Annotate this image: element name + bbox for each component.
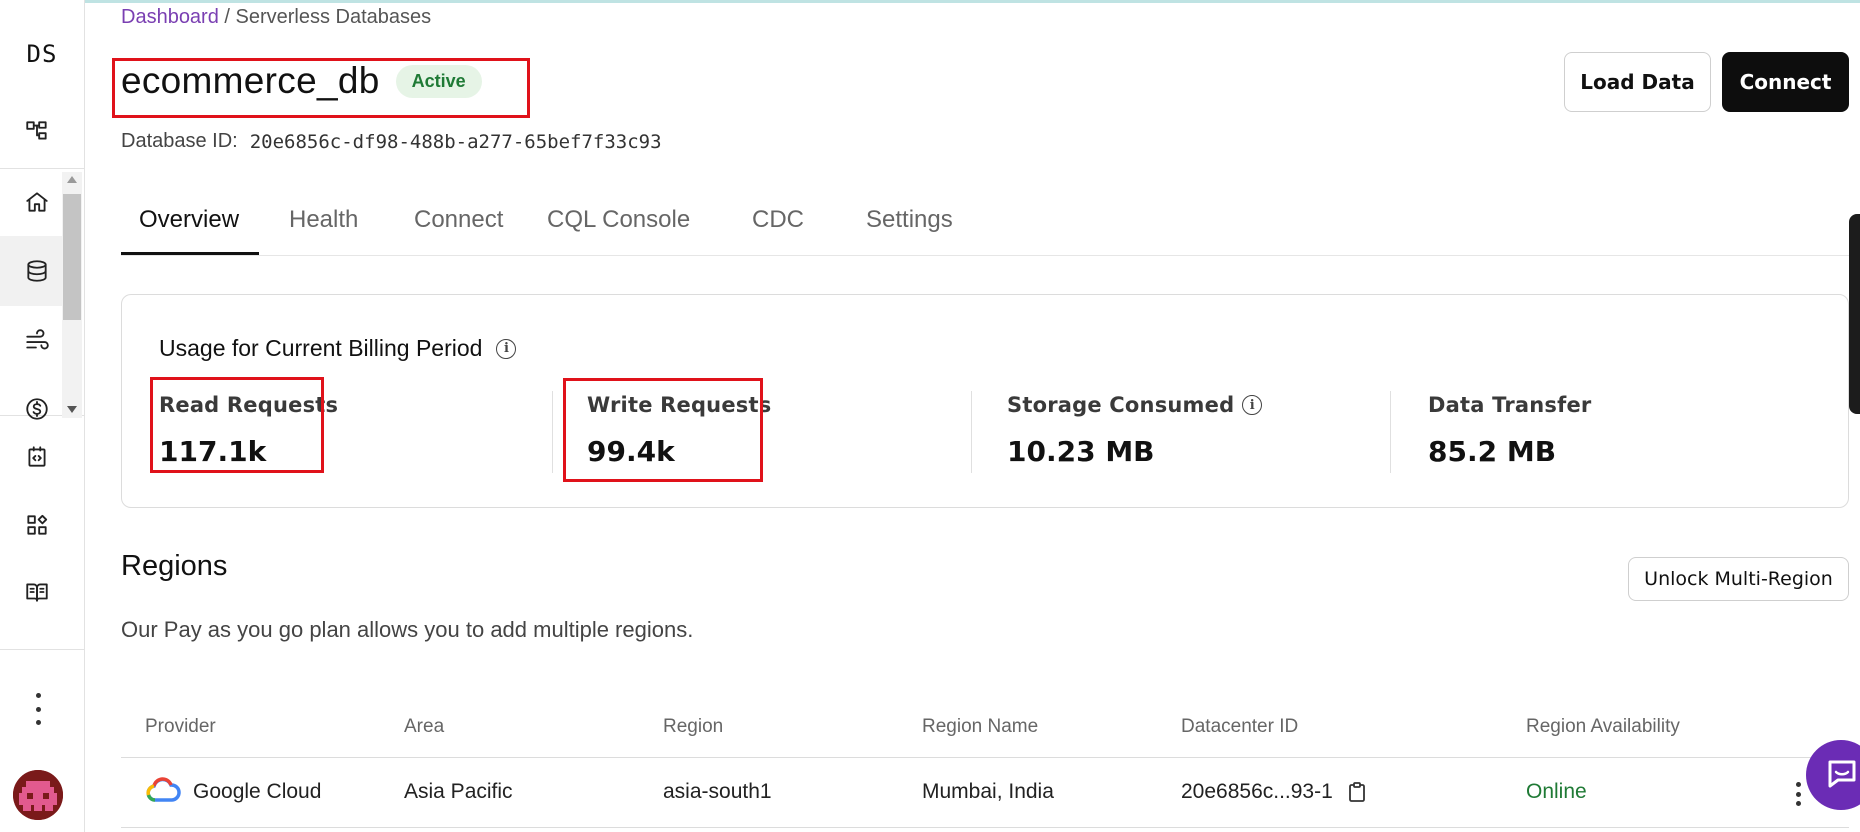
copy-icon[interactable]	[1347, 781, 1367, 803]
google-cloud-icon	[146, 777, 181, 802]
info-icon[interactable]: i	[1242, 395, 1263, 415]
database-icon[interactable]	[20, 254, 54, 288]
streaming-icon[interactable]	[20, 324, 54, 358]
usage-card: Usage for Current Billing Period i Read …	[121, 294, 1849, 508]
cell-region-name: Mumbai, India	[922, 780, 1054, 803]
connect-button[interactable]: Connect	[1722, 52, 1849, 112]
database-id-label: Database ID:	[121, 130, 238, 152]
column-header-area: Area	[404, 716, 445, 737]
tab-overview[interactable]: Overview	[121, 200, 259, 255]
cell-datacenter-id: 20e6856c...93-1	[1181, 780, 1367, 804]
breadcrumb-current: Serverless Databases	[235, 6, 432, 28]
integrations-icon[interactable]	[20, 508, 54, 542]
usage-title-text: Usage for Current Billing Period	[159, 335, 483, 361]
highlight-box-title	[112, 58, 530, 118]
tab-settings[interactable]: Settings	[866, 200, 953, 255]
load-data-button[interactable]: Load Data	[1564, 52, 1711, 112]
sidebar: DS	[0, 0, 85, 832]
scroll-up-arrow-icon[interactable]	[67, 176, 77, 183]
stat-divider	[1390, 391, 1391, 473]
regions-table: Provider Area Region Region Name Datacen…	[121, 706, 1849, 828]
datacenter-id-value: 20e6856c...93-1	[1181, 780, 1333, 803]
top-accent-line	[0, 0, 1860, 3]
stat-label-text: Storage Consumed	[1007, 393, 1235, 417]
breadcrumb: Dashboard / Serverless Databases	[121, 6, 431, 29]
column-header-region: Region	[663, 716, 724, 737]
cell-provider: Google Cloud	[145, 777, 322, 804]
docs-icon[interactable]	[20, 575, 54, 609]
database-id-value: 20e6856c-df98-488b-a277-65bef7f33c93	[249, 130, 662, 153]
regions-description: Our Pay as you go plan allows you to add…	[121, 617, 694, 642]
more-options-icon[interactable]	[28, 693, 48, 725]
stat-data-transfer: Data Transfer 85.2 MB	[1428, 393, 1591, 468]
cell-region: asia-south1	[663, 780, 772, 803]
row-actions-icon[interactable]	[1794, 782, 1802, 806]
sidebar-divider	[0, 649, 85, 650]
breadcrumb-dashboard-link[interactable]: Dashboard	[121, 6, 219, 28]
stat-label: Data Transfer	[1428, 393, 1592, 417]
tab-connect[interactable]: Connect	[414, 200, 503, 255]
table-header-row: Provider Area Region Region Name Datacen…	[121, 706, 1849, 758]
hierarchy-icon[interactable]	[20, 114, 54, 148]
provider-name: Google Cloud	[193, 780, 322, 803]
sidebar-scrollbar-thumb[interactable]	[63, 194, 81, 320]
column-header-region-name: Region Name	[922, 716, 1039, 737]
usage-title: Usage for Current Billing Period i	[159, 335, 517, 362]
column-header-region-availability: Region Availability	[1526, 716, 1680, 737]
stat-value: 85.2 MB	[1428, 435, 1557, 468]
highlight-box-read-requests	[150, 377, 324, 473]
stat-label: Storage Consumed i	[1007, 393, 1263, 417]
cell-area: Asia Pacific	[404, 780, 513, 803]
code-icon[interactable]	[20, 440, 54, 474]
billing-icon[interactable]	[20, 392, 54, 426]
breadcrumb-separator: /	[218, 6, 236, 28]
tab-health[interactable]: Health	[289, 200, 358, 255]
chat-icon	[1828, 760, 1856, 788]
stat-storage-consumed: Storage Consumed i 10.23 MB	[1007, 393, 1263, 468]
table-row: Google Cloud Asia Pacific asia-south1 Mu…	[121, 758, 1849, 828]
database-id: Database ID: 20e6856c-df98-488b-a277-65b…	[121, 130, 662, 153]
scroll-down-arrow-icon[interactable]	[67, 406, 77, 413]
tab-cql-console[interactable]: CQL Console	[547, 200, 690, 255]
column-header-provider: Provider	[145, 716, 216, 737]
stat-divider	[971, 391, 972, 473]
side-toolbar[interactable]	[1849, 214, 1860, 414]
info-icon[interactable]: i	[496, 338, 517, 359]
avatar[interactable]	[13, 770, 63, 820]
tab-cdc[interactable]: CDC	[752, 200, 804, 255]
stat-divider	[552, 391, 553, 473]
tab-bar: Overview Health Connect CQL Console CDC …	[121, 200, 1849, 256]
highlight-box-write-requests	[563, 378, 763, 482]
stat-value: 10.23 MB	[1007, 435, 1155, 468]
unlock-multi-region-button[interactable]: Unlock Multi-Region	[1628, 557, 1849, 601]
home-icon[interactable]	[20, 185, 54, 219]
regions-heading: Regions	[121, 550, 228, 582]
app-logo[interactable]: DS	[12, 40, 72, 68]
cell-region-availability: Online	[1526, 780, 1587, 803]
column-header-datacenter-id: Datacenter ID	[1181, 716, 1299, 737]
